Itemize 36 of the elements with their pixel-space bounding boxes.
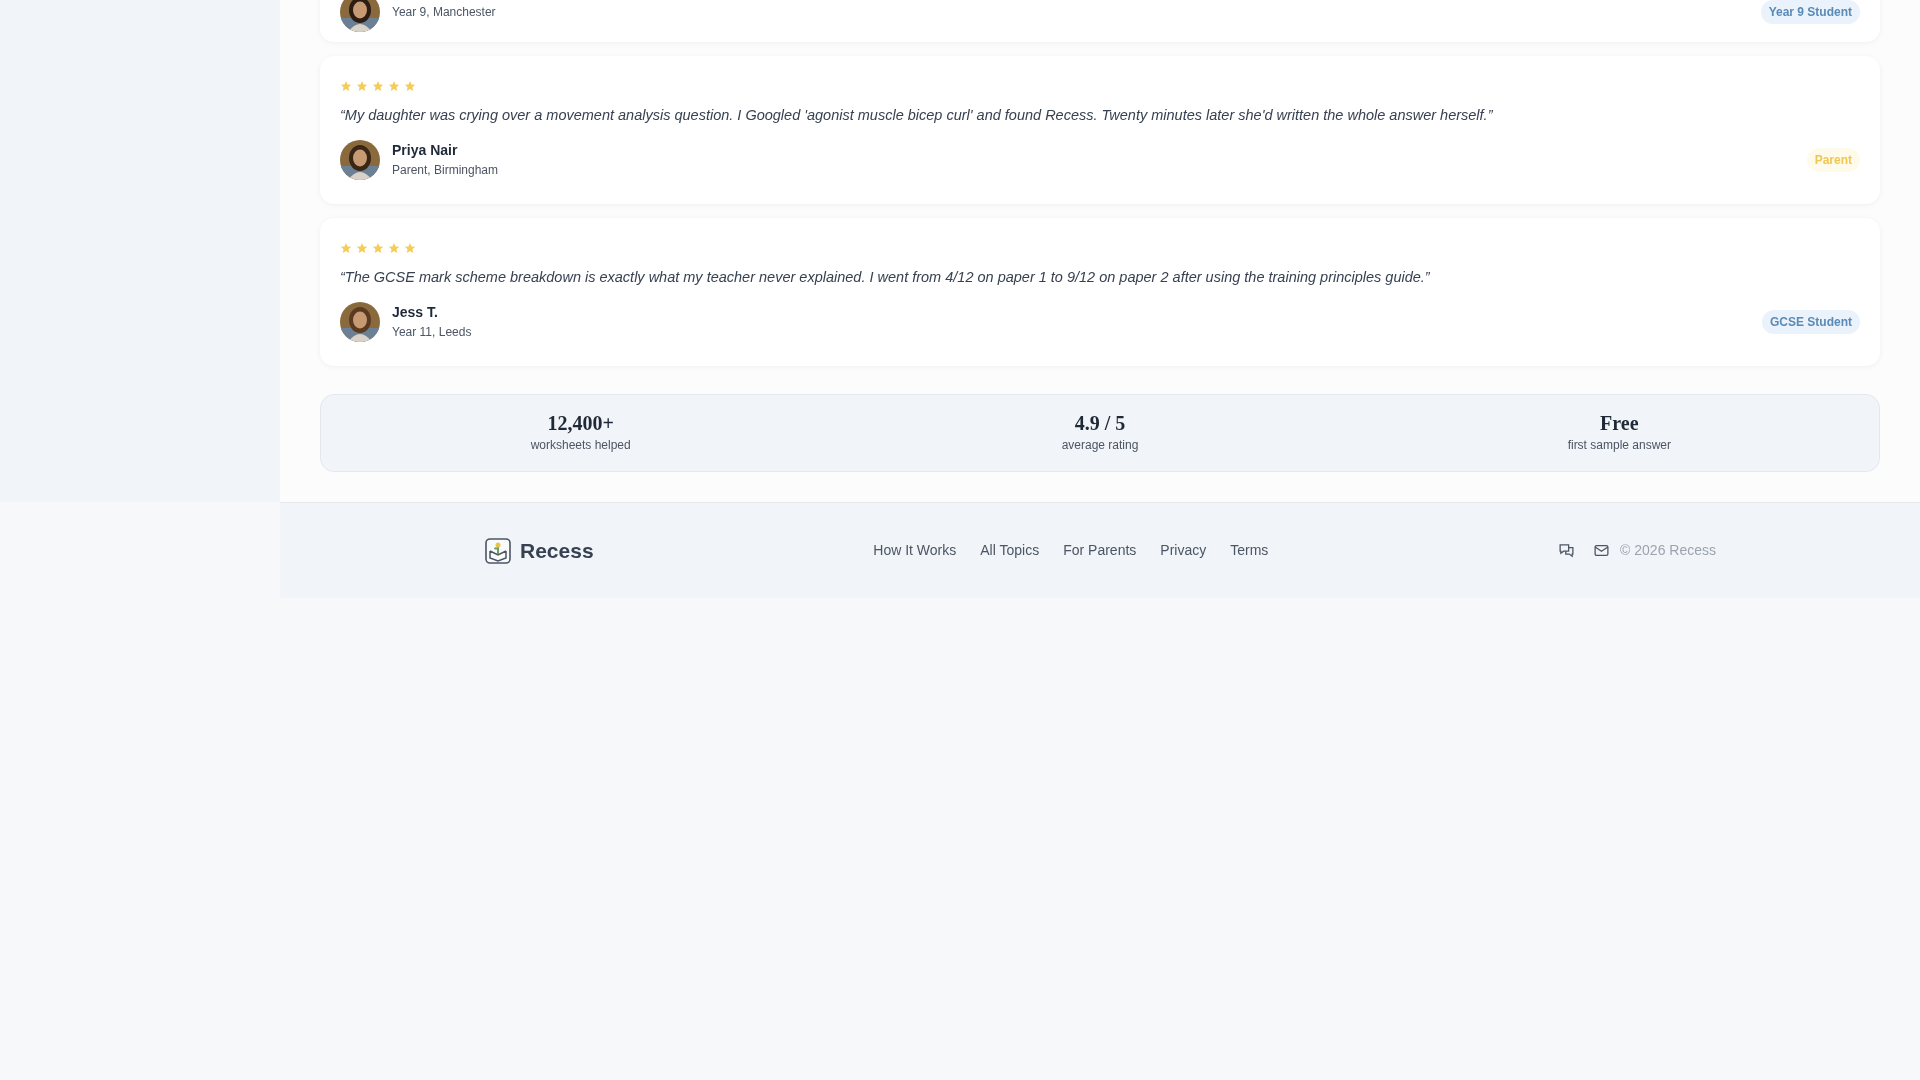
stat-label: average rating <box>1061 437 1139 454</box>
star-icon <box>372 80 384 92</box>
role-tag: Year 9 Student <box>1760 0 1860 24</box>
star-icon <box>340 241 352 254</box>
footer-link[interactable]: All Topics <box>980 540 1040 561</box>
stat-value: 12,400+ <box>547 411 614 436</box>
footer-link[interactable]: For Parents <box>1063 540 1137 561</box>
star-icon <box>388 80 400 92</box>
author-name: Jess T. <box>392 303 439 322</box>
star-icon <box>404 80 416 92</box>
author-detail: Year 9, Manchester <box>392 4 496 21</box>
testimonial-quote: “My daughter was crying over a movement analysis question. I Googled 'agonist muscle bicep curl' and found Recess. Twenty minutes later she'd written the whole answer herself.” <box>340 106 1494 125</box>
stat-value: Free <box>1600 411 1639 436</box>
brand-name: Recess <box>520 537 594 564</box>
author-detail: Parent, Birmingham <box>392 162 499 180</box>
author-name: Priya Nair <box>392 141 459 161</box>
author-detail: Year 11, Leeds <box>392 324 472 341</box>
star-icon <box>356 80 368 92</box>
role-tag: GCSE Student <box>1762 309 1860 334</box>
testimonial-quote: “The GCSE mark scheme breakdown is exactly what my teacher never explained. I went from 4/12 on paper 1 to 9/12 on paper 2 after using the training principles guide.” <box>340 267 1431 287</box>
star-icon <box>388 241 400 254</box>
stat-label: worksheets helped <box>530 437 631 454</box>
chat-icon[interactable] <box>1558 542 1576 559</box>
stat-label: first sample answer <box>1567 437 1671 454</box>
star-icon <box>356 241 368 254</box>
copyright-text: © 2026 Recess <box>1620 541 1716 560</box>
star-icon <box>340 80 352 92</box>
footer-link[interactable]: How It Works <box>873 540 957 561</box>
role-tag: Parent <box>1806 147 1860 172</box>
logo-icon <box>485 537 511 564</box>
star-icon <box>404 241 416 254</box>
star-icon <box>372 241 384 254</box>
stat-value: 4.9 / 5 <box>1074 411 1126 436</box>
footer-link[interactable]: Terms <box>1230 540 1269 561</box>
footer-link[interactable]: Privacy <box>1160 540 1207 561</box>
mail-icon[interactable] <box>1593 542 1611 559</box>
